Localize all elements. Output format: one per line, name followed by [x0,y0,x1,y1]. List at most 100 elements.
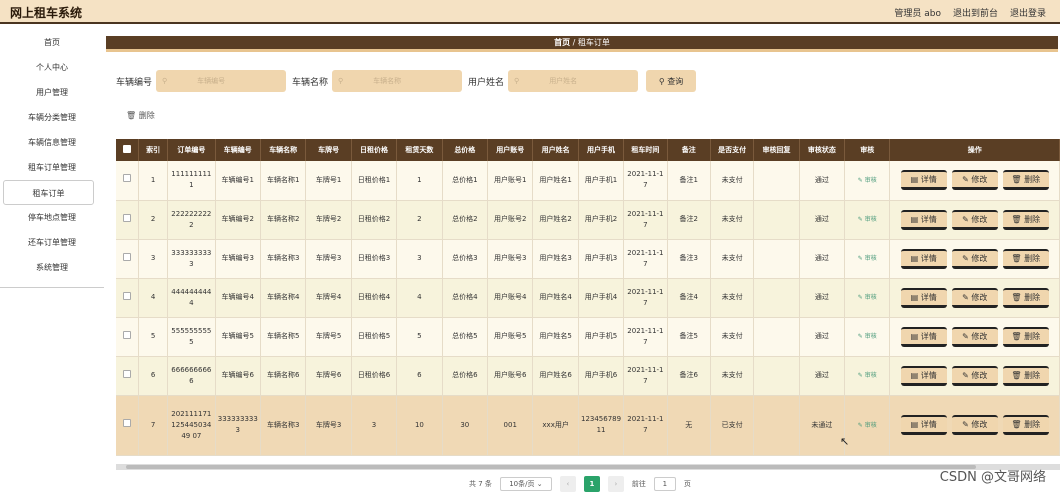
next-page-button[interactable]: › [607,476,624,492]
sidebar-item-rental-orders[interactable]: 租车订单 [3,180,94,205]
goto-page-input[interactable]: 1 [653,477,676,491]
delete-button[interactable]: 🗑 删除 [1002,248,1049,269]
table-cell: 未支付 [710,278,755,318]
sidebar-item-home[interactable]: 首页 [0,30,104,55]
edit-button[interactable]: ✎ 修改 [951,326,998,347]
row-checkbox[interactable] [123,291,132,300]
audit-link[interactable]: ✎ 审核 [858,177,877,184]
sidebar-item-vehicle-categories[interactable]: 车辆分类管理 [0,105,104,130]
audit-link[interactable]: ✎ 审核 [858,333,877,340]
scrollbar-thumb[interactable] [126,465,976,469]
table-cell: 2021-11-17 [623,161,668,201]
prev-page-button[interactable]: ‹ [559,476,576,492]
table-cell: 备注6 [667,356,711,396]
table-cell: 20211117112544503449 07 [167,395,216,456]
breadcrumb-home[interactable]: 首页 [554,38,570,47]
delete-button[interactable]: 🗑 删除 [1002,365,1049,386]
table-cell: 2 [396,200,443,240]
app-title: 网上租车系统 [10,6,83,20]
top-bar: 网上租车系统 管理员 abo 退出到前台 退出登录 [0,0,1060,24]
table-row: 2 2222222222 车辆编号2 车辆名称2 车牌号2 日租价格2 2 总价格2 用户账号2… [116,200,1060,240]
row-select-cell[interactable] [116,356,140,396]
row-select-cell[interactable] [116,278,140,318]
row-checkbox[interactable] [123,330,132,339]
row-checkbox[interactable] [123,213,132,222]
row-select-cell[interactable] [116,317,140,357]
row-select-cell[interactable] [116,161,140,201]
table-cell: 备注1 [667,161,711,201]
sidebar-item-users[interactable]: 用户管理 [0,80,104,105]
detail-button[interactable]: ▤ 详情 [900,287,947,308]
table-cell: 车辆编号3 [215,239,261,279]
batch-delete-button[interactable]: 🗑 删除 [126,110,155,121]
edit-icon: ✎ [857,294,865,301]
edit-button[interactable]: ✎ 修改 [951,170,998,191]
select-all-cell[interactable] [116,139,140,161]
table-cell: 5 [396,317,443,357]
audit-link[interactable]: ✎ 审核 [858,294,877,301]
page-number-button[interactable]: 1 [583,476,600,492]
goto-label: 前往 [631,480,646,488]
audit-link[interactable]: ✎ 审核 [858,372,877,379]
document-icon: ▤ [910,331,921,341]
edit-button[interactable]: ✎ 修改 [951,365,998,386]
total-count: 共 7 条 [469,480,492,488]
delete-button[interactable]: 🗑 删除 [1002,287,1049,308]
audit-cell: ✎ 审核 [844,200,891,240]
table-cell: 车辆名称2 [260,200,307,240]
audit-link[interactable]: ✎ 审核 [858,422,877,429]
delete-button[interactable]: 🗑 删除 [1002,326,1049,347]
table-cell: 车辆编号1 [215,161,261,201]
sidebar-item-profile[interactable]: 个人中心 [0,55,104,80]
detail-button[interactable]: ▤ 详情 [900,248,947,269]
table-cell: 用户姓名4 [532,278,579,318]
edit-button[interactable]: ✎ 修改 [951,415,998,435]
detail-button[interactable]: ▤ 详情 [900,365,947,386]
query-button[interactable]: ⚲ 查询 [646,70,697,92]
table-cell: 30 [442,395,489,456]
detail-button[interactable]: ▤ 详情 [900,326,947,347]
row-checkbox[interactable] [123,252,132,261]
row-select-cell[interactable] [116,239,140,279]
table-cell: 未支付 [710,239,755,279]
vehicle-name-input[interactable]: ⚲ 车辆名称 [332,70,463,92]
detail-button-label: 详情 [920,370,937,380]
table-cell: 2021-11-17 [623,395,668,456]
row-select-cell[interactable] [116,200,140,240]
sidebar-item-rental-order-mgmt[interactable]: 租车订单管理 [0,155,104,180]
sidebar-item-return-orders[interactable]: 还车订单管理 [0,230,104,255]
page-size-select[interactable]: 10条/页 ⌄ [499,477,552,491]
horizontal-scrollbar[interactable] [116,464,1060,470]
detail-button[interactable]: ▤ 详情 [900,209,947,230]
sidebar-item-parking[interactable]: 停车地点管理 [0,205,104,230]
table-cell: 车牌号4 [305,278,352,318]
sidebar-item-system[interactable]: 系统管理 [0,255,104,280]
user-name-input[interactable]: ⚲ 用户姓名 [508,70,639,92]
vehicle-no-input[interactable]: ⚲ 车辆编号 [156,70,287,92]
row-checkbox[interactable] [123,419,132,427]
trash-icon: 🗑 [126,111,137,120]
row-checkbox[interactable] [123,369,132,378]
edit-button[interactable]: ✎ 修改 [951,287,998,308]
row-select-cell[interactable] [116,395,140,456]
exit-to-frontend-link[interactable]: 退出到前台 [953,6,998,19]
delete-button[interactable]: 🗑 删除 [1002,170,1049,191]
audit-link[interactable]: ✎ 审核 [858,216,877,223]
table-cell: 001 [487,395,534,456]
detail-button[interactable]: ▤ 详情 [900,170,947,191]
delete-button[interactable]: 🗑 删除 [1002,209,1049,230]
row-checkbox[interactable] [123,174,132,183]
table-cell: 1 [138,161,169,201]
logout-link[interactable]: 退出登录 [1010,6,1046,19]
table-cell: 备注4 [667,278,711,318]
select-all-checkbox[interactable] [123,145,132,153]
audit-link[interactable]: ✎ 审核 [858,255,877,262]
delete-button-label: 删除 [1024,420,1041,429]
sidebar-item-vehicle-info[interactable]: 车辆信息管理 [0,130,104,155]
detail-button[interactable]: ▤ 详情 [900,415,947,435]
delete-button[interactable]: 🗑 删除 [1002,415,1049,435]
edit-button[interactable]: ✎ 修改 [951,209,998,230]
edit-button[interactable]: ✎ 修改 [951,248,998,269]
audit-link-label: 审核 [864,333,877,340]
table-cell [753,200,800,240]
